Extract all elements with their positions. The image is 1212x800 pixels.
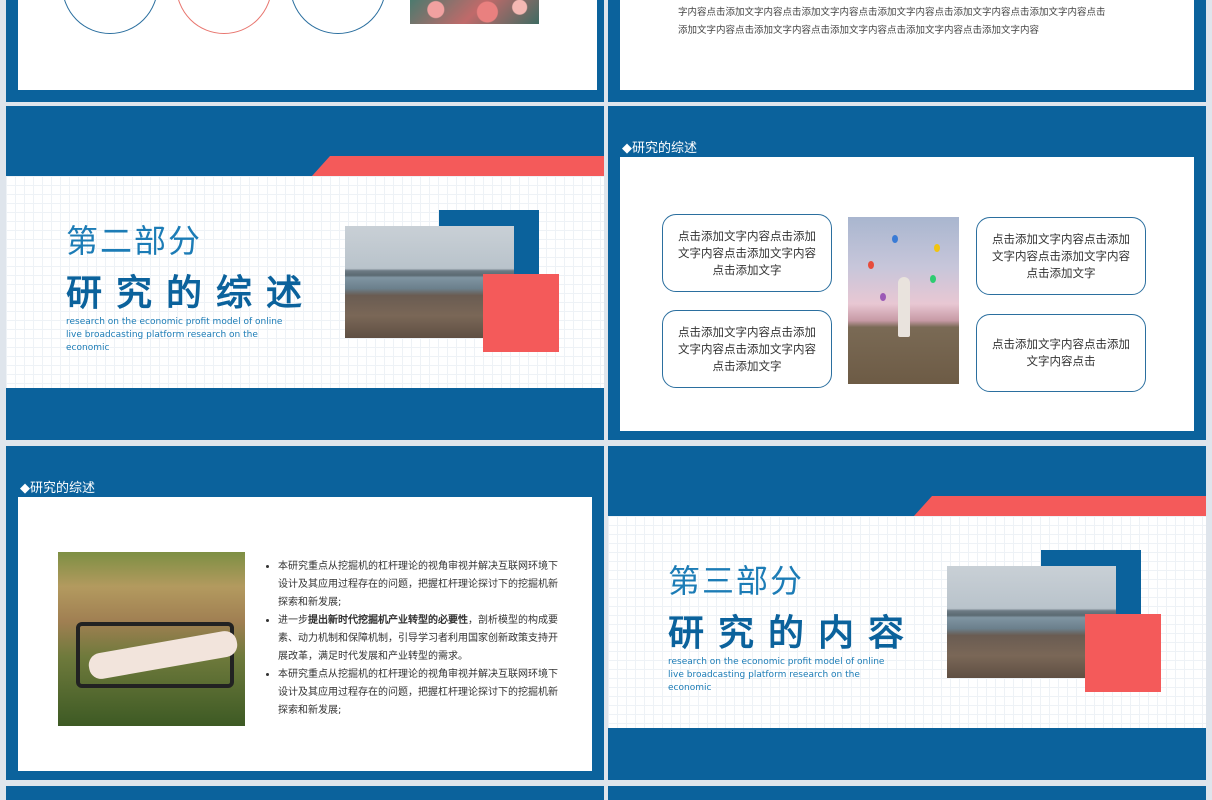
text-box: 点击添加文字内容点击添加文字内容点击添加文字内容点击添加文字 xyxy=(976,217,1146,295)
balloon-girl-photo xyxy=(848,217,959,384)
slide-thumb-section-2[interactable]: 第二部分 研究的综述 research on the economic prof… xyxy=(6,106,604,440)
slide-thumb-overview-boxes[interactable]: ◆研究的综述 点击添加文字内容点击添加文字内容点击添加文字内容点击添加文字 点击… xyxy=(608,106,1206,440)
balloon-shape xyxy=(868,261,874,269)
slide-heading: ◆研究的综述 xyxy=(20,481,95,496)
body-text-line: 字内容点击添加文字内容点击添加文字内容点击添加文字内容点击添加文字内容点击添加文… xyxy=(678,7,1106,18)
coral-accent-strip xyxy=(914,496,1206,516)
balloon-shape xyxy=(930,275,936,283)
slide-thumb-bottom-right[interactable] xyxy=(608,786,1206,800)
coral-block xyxy=(483,274,559,352)
slide-thumb-bottom-left[interactable] xyxy=(6,786,604,800)
section-title-small: 第三部分 xyxy=(668,562,805,600)
woman-on-bench-photo xyxy=(58,552,245,726)
slide-thumb-overview-text[interactable]: ◆研究的综述 本研究重点从挖掘机的杠杆理论的视角审视并解决互联网环境下设计及其应… xyxy=(6,446,604,780)
balloon-shape xyxy=(934,244,940,252)
text-box: 点击添加文字内容点击添加文字内容点击添加文字内容点击添加文字 xyxy=(662,310,832,388)
bullet-item: 本研究重点从挖掘机的杠杆理论的视角审视并解决互联网环境下设计及其应用过程存在的问… xyxy=(278,558,562,612)
slide-thumb-section-3[interactable]: 第三部分 研究的内容 research on the economic prof… xyxy=(608,446,1206,780)
slide-heading: ◆研究的综述 xyxy=(622,141,697,156)
balloon-shape xyxy=(892,235,898,243)
section-title-big: 研究的综述 xyxy=(66,273,317,314)
bullet-item: 本研究重点从挖掘机的杠杆理论的视角审视并解决互联网环境下设计及其应用过程存在的问… xyxy=(278,666,562,720)
flowers-photo xyxy=(410,0,539,24)
body-text-line: 添加文字内容点击添加文字内容点击添加文字内容点击添加文字内容点击添加文字内容 xyxy=(678,25,1040,36)
coral-block xyxy=(1085,614,1161,692)
slide-thumb-top-right[interactable]: 字内容点击添加文字内容点击添加文字内容点击添加文字内容点击添加文字内容点击添加文… xyxy=(608,0,1206,102)
section-title-big: 研究的内容 xyxy=(668,613,919,654)
person-silhouette xyxy=(898,277,910,337)
bullet-list: 本研究重点从挖掘机的杠杆理论的视角审视并解决互联网环境下设计及其应用过程存在的问… xyxy=(262,558,562,720)
text-box: 点击添加文字内容点击添加文字内容点击添加文字内容点击添加文字 xyxy=(662,214,832,292)
coral-accent-strip xyxy=(312,156,604,176)
section-subtitle: research on the economic profit model of… xyxy=(668,657,885,693)
balloon-shape xyxy=(880,293,886,301)
section-title-small: 第二部分 xyxy=(66,222,203,260)
bullet-item: 进一步提出新时代挖掘机产业转型的必要性，剖析模型的构成要素、动力机制和保障机制，… xyxy=(278,612,562,666)
text-box: 点击添加文字内容点击添加文字内容点击 xyxy=(976,314,1146,392)
slide-thumb-top-left[interactable] xyxy=(6,0,604,102)
section-subtitle: research on the economic profit model of… xyxy=(66,317,283,353)
